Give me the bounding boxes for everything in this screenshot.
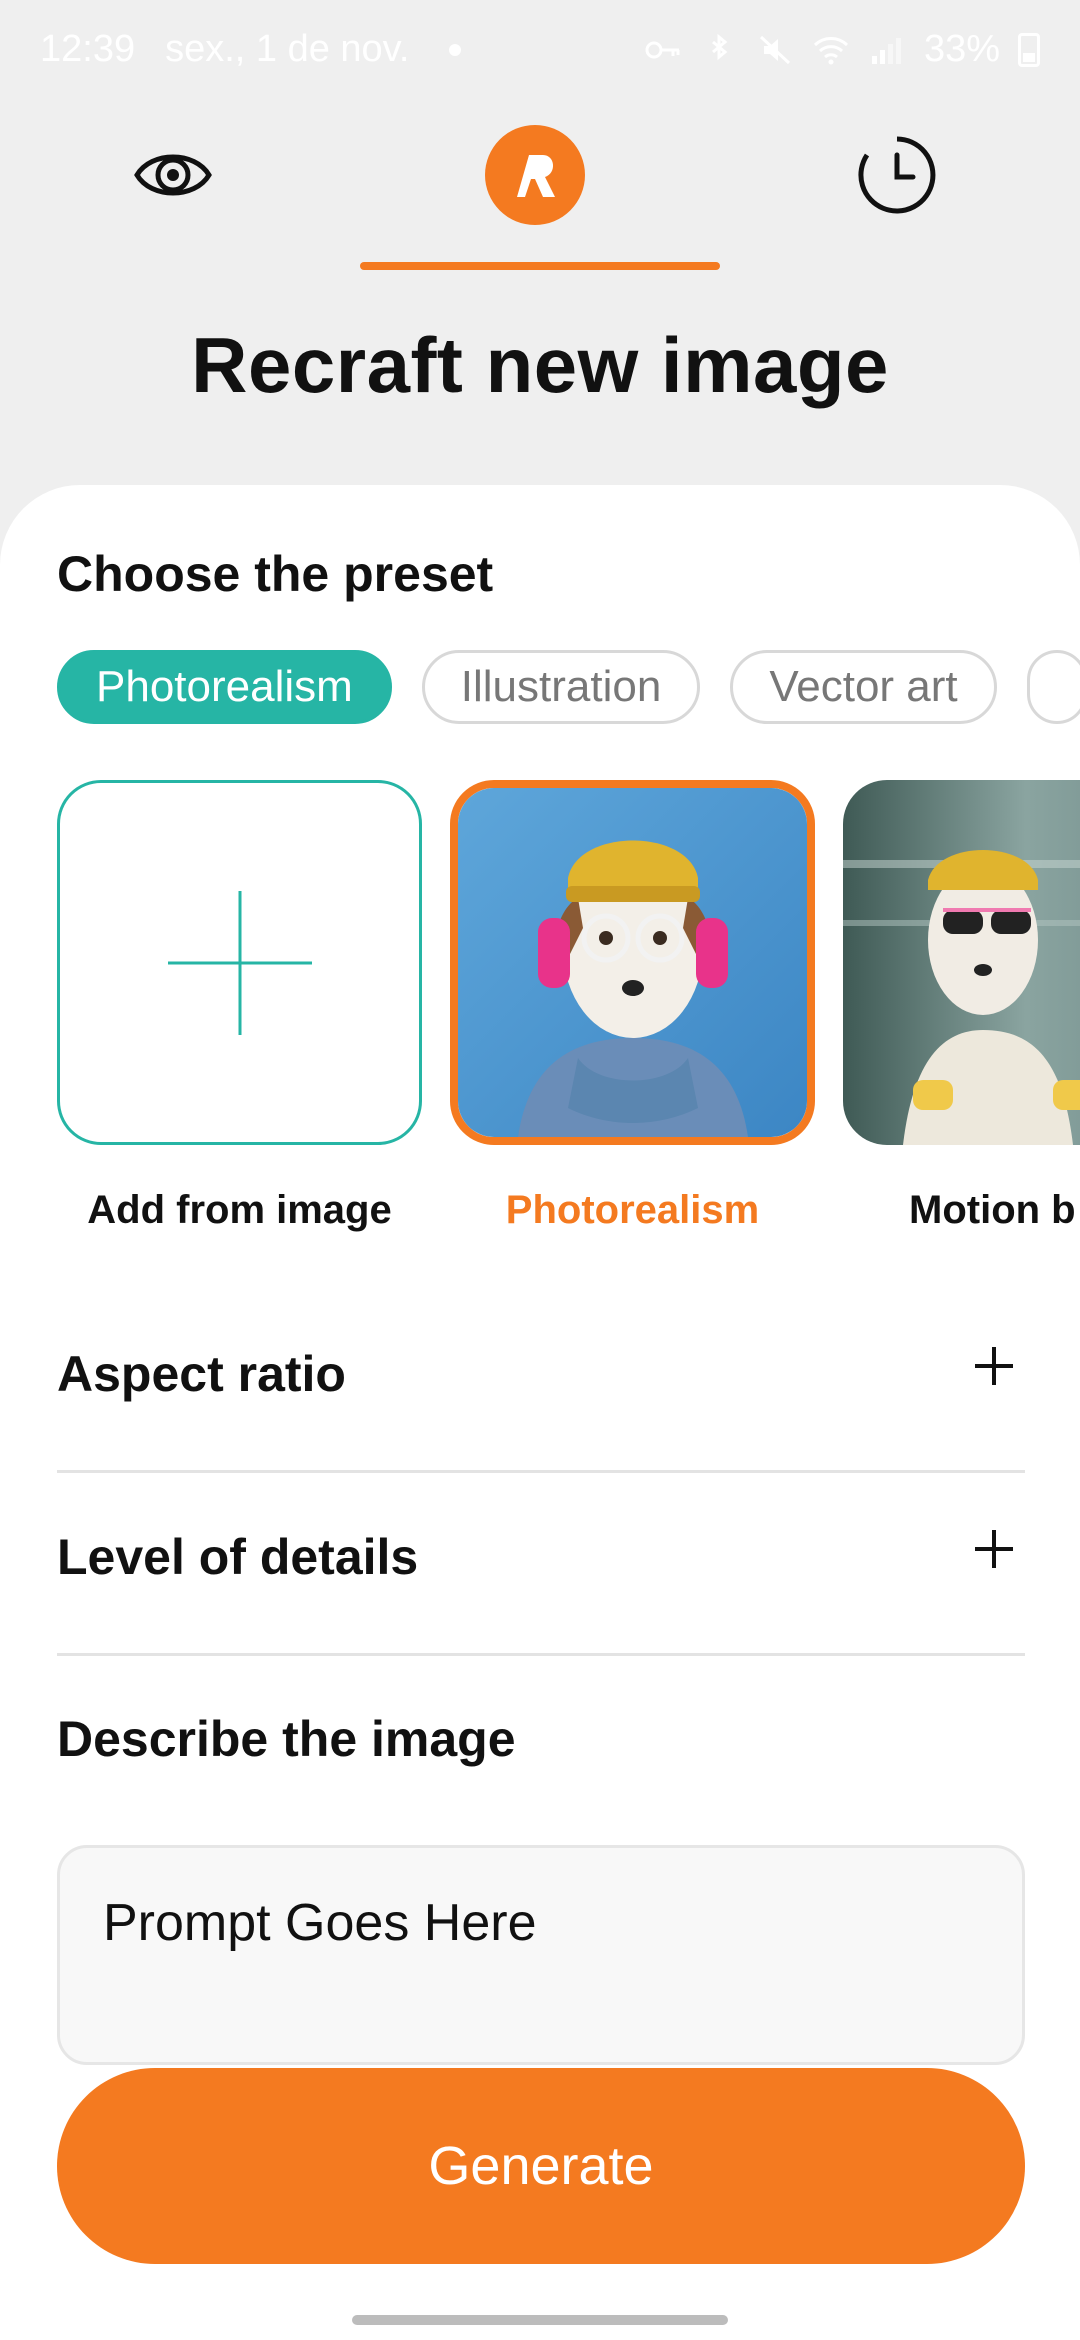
preset-heading: Choose the preset bbox=[57, 546, 494, 602]
preset-tiles: Add from image Photorealism Motion b bbox=[57, 780, 1080, 1250]
bluetooth-icon bbox=[711, 33, 728, 60]
battery-icon bbox=[1018, 32, 1040, 67]
chip-more[interactable] bbox=[1026, 650, 1080, 724]
nav-history-button[interactable] bbox=[842, 120, 952, 230]
aspect-ratio-row[interactable]: Aspect ratio bbox=[57, 1290, 1025, 1473]
motion-blur-tile[interactable]: Motion b bbox=[843, 780, 1080, 1232]
signal-icon bbox=[871, 37, 901, 64]
eye-icon bbox=[134, 154, 212, 196]
dog-photo-image bbox=[458, 788, 807, 1137]
plus-icon bbox=[975, 1347, 1013, 1385]
chip-illustration[interactable]: Illustration bbox=[421, 650, 701, 724]
wifi-icon bbox=[813, 36, 848, 64]
motion-blur-thumb bbox=[843, 780, 1080, 1145]
chip-vector-art[interactable]: Vector art bbox=[730, 650, 997, 724]
prompt-input[interactable]: Prompt Goes Here bbox=[57, 1845, 1025, 2065]
battery-percent: 33% bbox=[923, 28, 1000, 70]
dog-motion-image bbox=[843, 780, 1080, 1145]
mute-icon bbox=[759, 35, 790, 64]
add-image-thumb bbox=[57, 780, 422, 1145]
preset-chips: Photorealism Illustration Vector art bbox=[57, 650, 1080, 724]
page-title: Recraft new image bbox=[191, 321, 889, 409]
photorealism-thumb bbox=[450, 780, 815, 1145]
nav-create-button[interactable] bbox=[480, 120, 590, 230]
status-time: 12:39 bbox=[40, 28, 136, 70]
generate-button[interactable]: Generate bbox=[57, 2068, 1025, 2264]
aspect-ratio-title: Aspect ratio bbox=[57, 1346, 346, 1402]
photorealism-label: Photorealism bbox=[505, 1188, 760, 1232]
top-nav bbox=[0, 110, 1080, 280]
notification-dot-icon bbox=[449, 43, 462, 56]
add-from-image-tile[interactable]: Add from image bbox=[57, 780, 422, 1232]
home-indicator[interactable] bbox=[352, 2315, 728, 2325]
photorealism-tile[interactable]: Photorealism bbox=[450, 780, 815, 1232]
nav-explore-button[interactable] bbox=[118, 120, 228, 230]
active-tab-indicator bbox=[360, 262, 720, 270]
status-date: sex., 1 de nov. bbox=[165, 28, 410, 70]
plus-icon bbox=[975, 1530, 1013, 1568]
chip-photorealism[interactable]: Photorealism bbox=[57, 650, 392, 724]
status-bar: 12:39 sex., 1 de nov. 33% bbox=[0, 0, 1080, 100]
level-of-details-row[interactable]: Level of details bbox=[57, 1473, 1025, 1656]
recraft-logo-icon bbox=[485, 125, 585, 225]
create-card: Choose the preset Photorealism Illustrat… bbox=[0, 485, 1080, 2340]
motion-blur-label: Motion b bbox=[909, 1188, 1076, 1232]
plus-icon bbox=[168, 891, 312, 1035]
describe-heading: Describe the image bbox=[57, 1711, 516, 1767]
vpn-key-icon bbox=[645, 41, 680, 58]
prompt-text: Prompt Goes Here bbox=[103, 1894, 537, 1952]
level-of-details-title: Level of details bbox=[57, 1529, 419, 1585]
add-from-image-label: Add from image bbox=[87, 1188, 392, 1232]
history-clock-icon bbox=[858, 136, 936, 214]
